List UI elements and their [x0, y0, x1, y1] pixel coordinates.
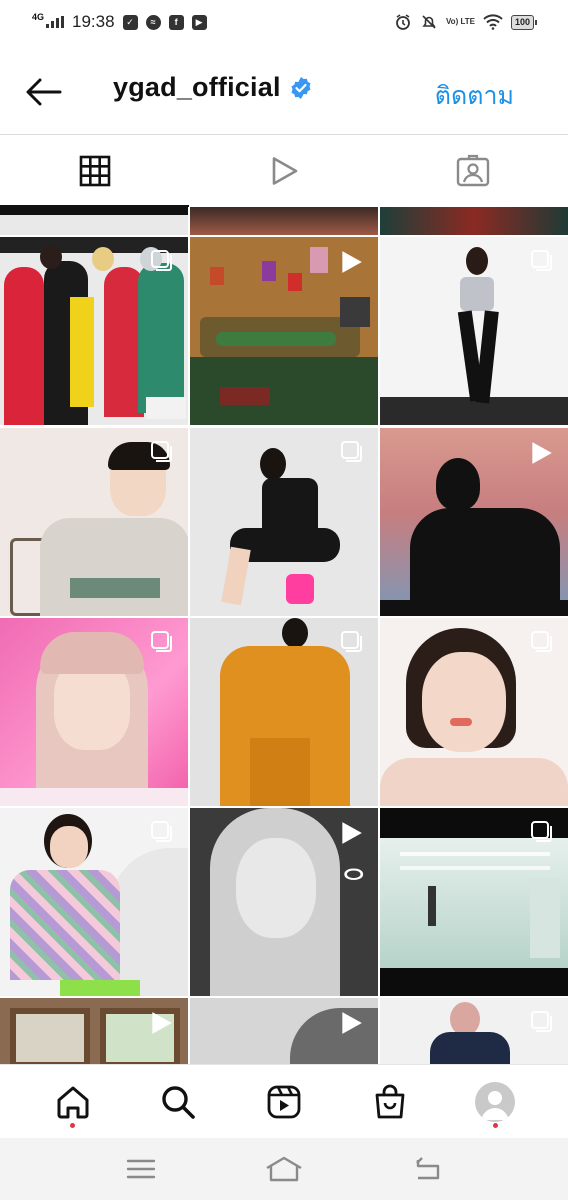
youtube-icon: ▶ [191, 14, 207, 30]
arrow-left-icon [26, 78, 62, 106]
post-tile[interactable] [190, 998, 378, 1064]
tab-tagged[interactable] [379, 135, 568, 207]
post-tile[interactable] [0, 808, 188, 996]
home-outline-icon [266, 1156, 302, 1182]
signal-icon [46, 16, 65, 28]
post-tile[interactable] [0, 237, 188, 425]
carousel-icon [531, 1011, 552, 1032]
menu-icon [127, 1159, 156, 1179]
status-bar: 4G 19:38 ✓ ≈ f ▶ Vo) LTE 100 [0, 0, 568, 44]
clipboard-icon: ✓ [122, 14, 138, 30]
nav-shop[interactable] [360, 1072, 420, 1132]
facebook-icon: f [168, 14, 184, 30]
follow-button[interactable]: ติดตาม [435, 76, 514, 116]
post-tile[interactable] [380, 808, 568, 996]
nav-reels[interactable] [254, 1072, 314, 1132]
user-icon [481, 1090, 510, 1120]
reels-icon [267, 1085, 301, 1118]
home-icon [57, 1086, 89, 1118]
alarm-icon [396, 14, 410, 30]
system-navigation [0, 1138, 568, 1200]
post-tile[interactable] [380, 618, 568, 806]
play-icon [532, 442, 552, 464]
back-icon [415, 1157, 439, 1180]
post-partial[interactable] [190, 207, 378, 235]
profile-avatar [475, 1081, 516, 1122]
carousel-icon [341, 631, 362, 652]
carousel-icon [531, 821, 552, 842]
home-button[interactable] [254, 1149, 314, 1189]
bottom-navigation [0, 1064, 568, 1138]
carousel-icon [151, 441, 172, 462]
post-tile[interactable] [190, 618, 378, 806]
post-tile[interactable] [380, 998, 568, 1064]
nav-profile[interactable] [465, 1072, 525, 1132]
back-button[interactable] [24, 76, 64, 108]
tab-posts[interactable] [0, 135, 190, 207]
post-partial[interactable] [380, 207, 568, 235]
post-partial[interactable] [0, 207, 188, 235]
wifi-icon [483, 14, 503, 30]
username-wrap: ygad_official [113, 72, 313, 103]
profile-header: ygad_official ติดตาม [0, 54, 568, 130]
play-icon [272, 157, 298, 185]
post-tile[interactable] [190, 428, 378, 616]
nav-home[interactable] [43, 1072, 103, 1132]
posts-grid: ᄋ [0, 207, 568, 1064]
post-tile[interactable]: ᄋ [190, 808, 378, 996]
play-icon [152, 1012, 172, 1034]
status-right: Vo) LTE 100 [394, 13, 538, 31]
post-tile[interactable] [0, 618, 188, 806]
search-icon [162, 1085, 196, 1119]
verified-badge-icon [291, 76, 311, 99]
nav-search[interactable] [148, 1072, 208, 1132]
shop-bag-icon [375, 1084, 404, 1118]
carousel-icon [531, 631, 552, 652]
back-system-button[interactable] [397, 1149, 457, 1189]
play-icon [342, 251, 362, 273]
post-tile[interactable] [380, 237, 568, 425]
status-left: 4G 19:38 ✓ ≈ f ▶ [32, 12, 207, 32]
carousel-icon [151, 631, 172, 652]
network-type: 4G [32, 12, 45, 22]
play-icon [342, 1012, 362, 1034]
person-tag-icon [457, 154, 490, 187]
notification-dot [70, 1122, 76, 1128]
messenger-icon: ≈ [145, 14, 161, 30]
notification-dot [492, 1122, 498, 1128]
post-tile[interactable] [380, 428, 568, 616]
carousel-icon [151, 821, 172, 842]
volte-indicator: Vo) LTE [445, 17, 475, 26]
carousel-icon [151, 250, 172, 271]
play-icon [342, 822, 362, 844]
mute-icon [422, 15, 436, 29]
tab-reels[interactable] [189, 135, 378, 207]
clock: 19:38 [72, 12, 115, 31]
grid-icon [79, 155, 110, 187]
battery-indicator: 100 [510, 14, 538, 30]
post-tile[interactable] [0, 998, 188, 1064]
carousel-icon [531, 250, 552, 271]
carousel-icon [341, 441, 362, 462]
post-tile[interactable] [190, 237, 378, 425]
recents-button[interactable] [111, 1149, 171, 1189]
profile-username: ygad_official [113, 72, 281, 102]
post-tile[interactable] [0, 428, 188, 616]
profile-tabs [0, 135, 568, 207]
